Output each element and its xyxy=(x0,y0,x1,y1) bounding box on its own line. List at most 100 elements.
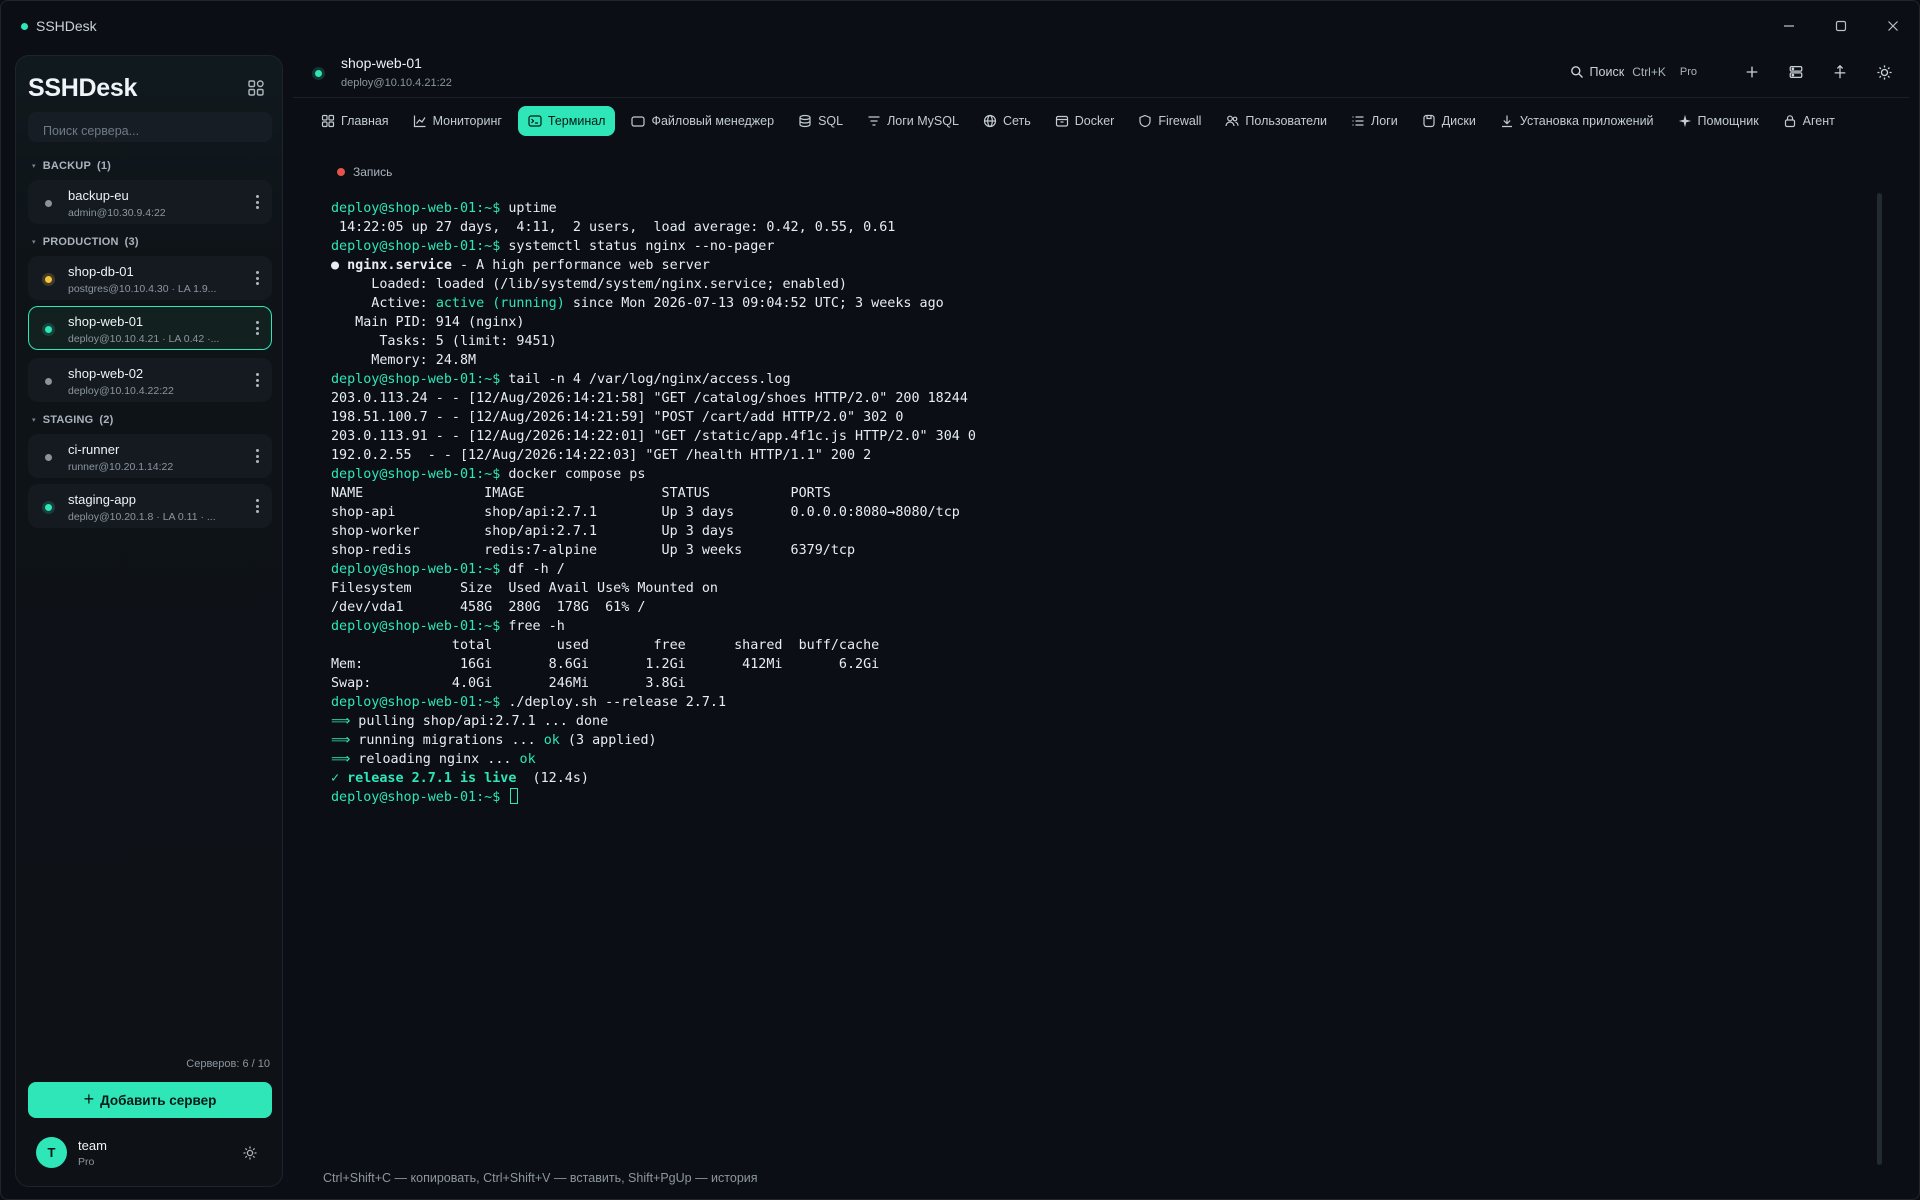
terminal-text: NAME IMAGE STATUS PORTS xyxy=(331,486,831,501)
terminal-icon xyxy=(528,115,542,127)
terminal-prompt: deploy@shop-web-01:~$ xyxy=(331,467,501,482)
more-icon[interactable] xyxy=(255,195,259,209)
terminal-text: (3 applied) xyxy=(559,733,657,748)
terminal-text: ./deploy.sh --release 2.7.1 xyxy=(500,695,727,710)
add-icon[interactable] xyxy=(1743,63,1761,81)
globe-icon xyxy=(983,114,997,128)
terminal-line: Loaded: loaded (/lib/systemd/system/ngin… xyxy=(331,275,1831,294)
more-icon[interactable] xyxy=(255,499,259,513)
terminal-prompt: deploy@shop-web-01:~$ xyxy=(331,695,501,710)
terminal-line: 198.51.100.7 - - [12/Aug/2026:14:21:59] … xyxy=(331,408,1831,427)
server-name: ci-runner xyxy=(68,442,120,457)
server-item-shop-db-01[interactable]: shop-db-01 postgres@10.10.4.30 · LA 1.9.… xyxy=(28,256,272,300)
server-item-backup-eu[interactable]: backup-eu admin@10.30.9.4:22 xyxy=(28,180,272,224)
terminal-text: 192.0.2.55 - - [12/Aug/2026:14:22:03] "G… xyxy=(331,448,872,463)
server-item-shop-web-02[interactable]: shop-web-02 deploy@10.10.4.22:22 xyxy=(28,358,272,402)
terminal-line: ⟹ running migrations ... ok (3 applied) xyxy=(331,731,1831,750)
terminal-text: shop-api shop/api:2.7.1 Up 3 days 0.0.0.… xyxy=(331,505,960,520)
terminal-line: deploy@shop-web-01:~$ uptime xyxy=(331,199,1831,218)
tab-logs[interactable]: Логи xyxy=(1343,106,1406,136)
tab-disks[interactable]: Диски xyxy=(1414,106,1484,136)
group-header-staging[interactable]: ▾ STAGING (2) xyxy=(32,414,113,426)
global-search-button[interactable]: Поиск Ctrl+K xyxy=(1570,65,1666,79)
users-icon xyxy=(1225,115,1240,127)
disk-icon xyxy=(1423,114,1435,128)
arrow-icon: ⟹ xyxy=(331,714,359,729)
terminal-line: shop-api shop/api:2.7.1 Up 3 days 0.0.0.… xyxy=(331,503,1831,522)
terminal-line: Filesystem Size Used Avail Use% Mounted … xyxy=(331,579,1831,598)
tab-assistant[interactable]: Помощник xyxy=(1670,106,1767,136)
tab-agent[interactable]: Агент xyxy=(1775,106,1843,136)
terminal-text: 203.0.113.24 - - [12/Aug/2026:14:21:58] … xyxy=(331,391,968,406)
tab-label: Установка приложений xyxy=(1519,114,1654,128)
split-arrows-icon[interactable] xyxy=(1831,63,1849,81)
group-header-backup[interactable]: ▾ BACKUP (1) xyxy=(32,160,111,172)
minimize-button[interactable] xyxy=(1763,1,1815,51)
theme-toggle-icon[interactable] xyxy=(1875,63,1893,81)
terminal-text: df -h / xyxy=(500,562,565,577)
search-shortcut: Ctrl+K xyxy=(1632,65,1666,79)
close-button[interactable] xyxy=(1867,1,1919,51)
more-icon[interactable] xyxy=(255,449,259,463)
tab-label: Агент xyxy=(1802,114,1835,128)
tab-mysql-logs[interactable]: Логи MySQL xyxy=(859,106,967,136)
success-message: ✓ release 2.7.1 is live xyxy=(331,771,517,786)
tab-terminal[interactable]: Терминал xyxy=(517,106,616,136)
terminal-line: 14:22:05 up 27 days, 4:11, 2 users, load… xyxy=(331,218,1831,237)
terminal-text: Memory: 24.8M xyxy=(331,353,477,368)
tab-install-apps[interactable]: Установка приложений xyxy=(1492,106,1662,136)
tab-label: Логи xyxy=(1371,114,1398,128)
server-item-shop-web-01[interactable]: shop-web-01 deploy@10.10.4.21 · LA 0.42 … xyxy=(28,306,272,350)
tab-home[interactable]: Главная xyxy=(313,106,397,136)
server-name: shop-db-01 xyxy=(68,264,134,279)
add-server-button[interactable]: + Добавить сервер xyxy=(28,1082,272,1118)
terminal-text: tail -n 4 /var/log/nginx/access.log xyxy=(500,372,791,387)
server-stack-icon[interactable] xyxy=(1787,63,1805,81)
chevron-down-icon: ▾ xyxy=(32,163,36,170)
grid-icon[interactable] xyxy=(246,78,266,98)
app-title: SSHDesk xyxy=(36,18,97,34)
terminal-text: Tasks: 5 (limit: 9451) xyxy=(331,334,557,349)
tab-label: Главная xyxy=(341,114,389,128)
terminal-text: /dev/vda1 458G 280G 178G 61% / xyxy=(331,600,646,615)
box-icon xyxy=(1055,115,1068,127)
status-dot xyxy=(45,454,52,461)
user-profile[interactable]: T team Pro xyxy=(28,1126,272,1178)
tab-users[interactable]: Пользователи xyxy=(1217,106,1335,136)
maximize-button[interactable] xyxy=(1815,1,1867,51)
tab-file-manager[interactable]: Файловый менеджер xyxy=(623,106,782,136)
terminal-panel[interactable]: Запись deploy@shop-web-01:~$ uptime 14:2… xyxy=(319,159,1879,1161)
terminal-output[interactable]: deploy@shop-web-01:~$ uptime 14:22:05 up… xyxy=(331,199,1831,807)
terminal-line: ● nginx.service - A high performance web… xyxy=(331,256,1831,275)
more-icon[interactable] xyxy=(255,373,259,387)
server-item-staging-app[interactable]: staging-app deploy@10.20.1.8 · LA 0.11 ·… xyxy=(28,484,272,528)
tab-monitoring[interactable]: Мониторинг xyxy=(405,106,510,136)
terminal-scrollbar[interactable] xyxy=(1877,193,1882,1165)
more-icon[interactable] xyxy=(255,321,259,335)
tab-firewall[interactable]: Firewall xyxy=(1130,106,1209,136)
terminal-line: Main PID: 914 (nginx) xyxy=(331,313,1831,332)
terminal-text: 14:22:05 up 27 days, 4:11, 2 users, load… xyxy=(331,220,896,235)
more-icon[interactable] xyxy=(255,271,259,285)
tab-network[interactable]: Сеть xyxy=(975,106,1039,136)
settings-icon[interactable] xyxy=(242,1145,258,1161)
tab-label: Сеть xyxy=(1002,114,1031,128)
shield-icon xyxy=(1139,114,1151,128)
terminal-line: deploy@shop-web-01:~$ free -h xyxy=(331,617,1831,636)
server-address: deploy@10.20.1.8 · LA 0.11 · ... xyxy=(68,511,216,523)
tab-label: Firewall xyxy=(1158,114,1202,128)
tab-label: Помощник xyxy=(1697,114,1759,128)
status-dot xyxy=(45,378,52,385)
record-indicator[interactable]: Запись xyxy=(337,165,392,179)
terminal-text: 203.0.113.91 - - [12/Aug/2026:14:22:01] … xyxy=(331,429,976,444)
tab-docker[interactable]: Docker xyxy=(1047,106,1123,136)
server-item-ci-runner[interactable]: ci-runner runner@10.20.1.14:22 xyxy=(28,434,272,478)
plus-icon: + xyxy=(83,1088,95,1109)
lock-icon xyxy=(1784,115,1795,128)
tab-label: SQL xyxy=(818,114,844,128)
group-header-production[interactable]: ▾ PRODUCTION (3) xyxy=(32,236,139,248)
tab-sql[interactable]: SQL xyxy=(790,106,851,136)
server-search-input[interactable] xyxy=(28,112,272,142)
terminal-prompt: deploy@shop-web-01:~$ xyxy=(331,790,501,805)
